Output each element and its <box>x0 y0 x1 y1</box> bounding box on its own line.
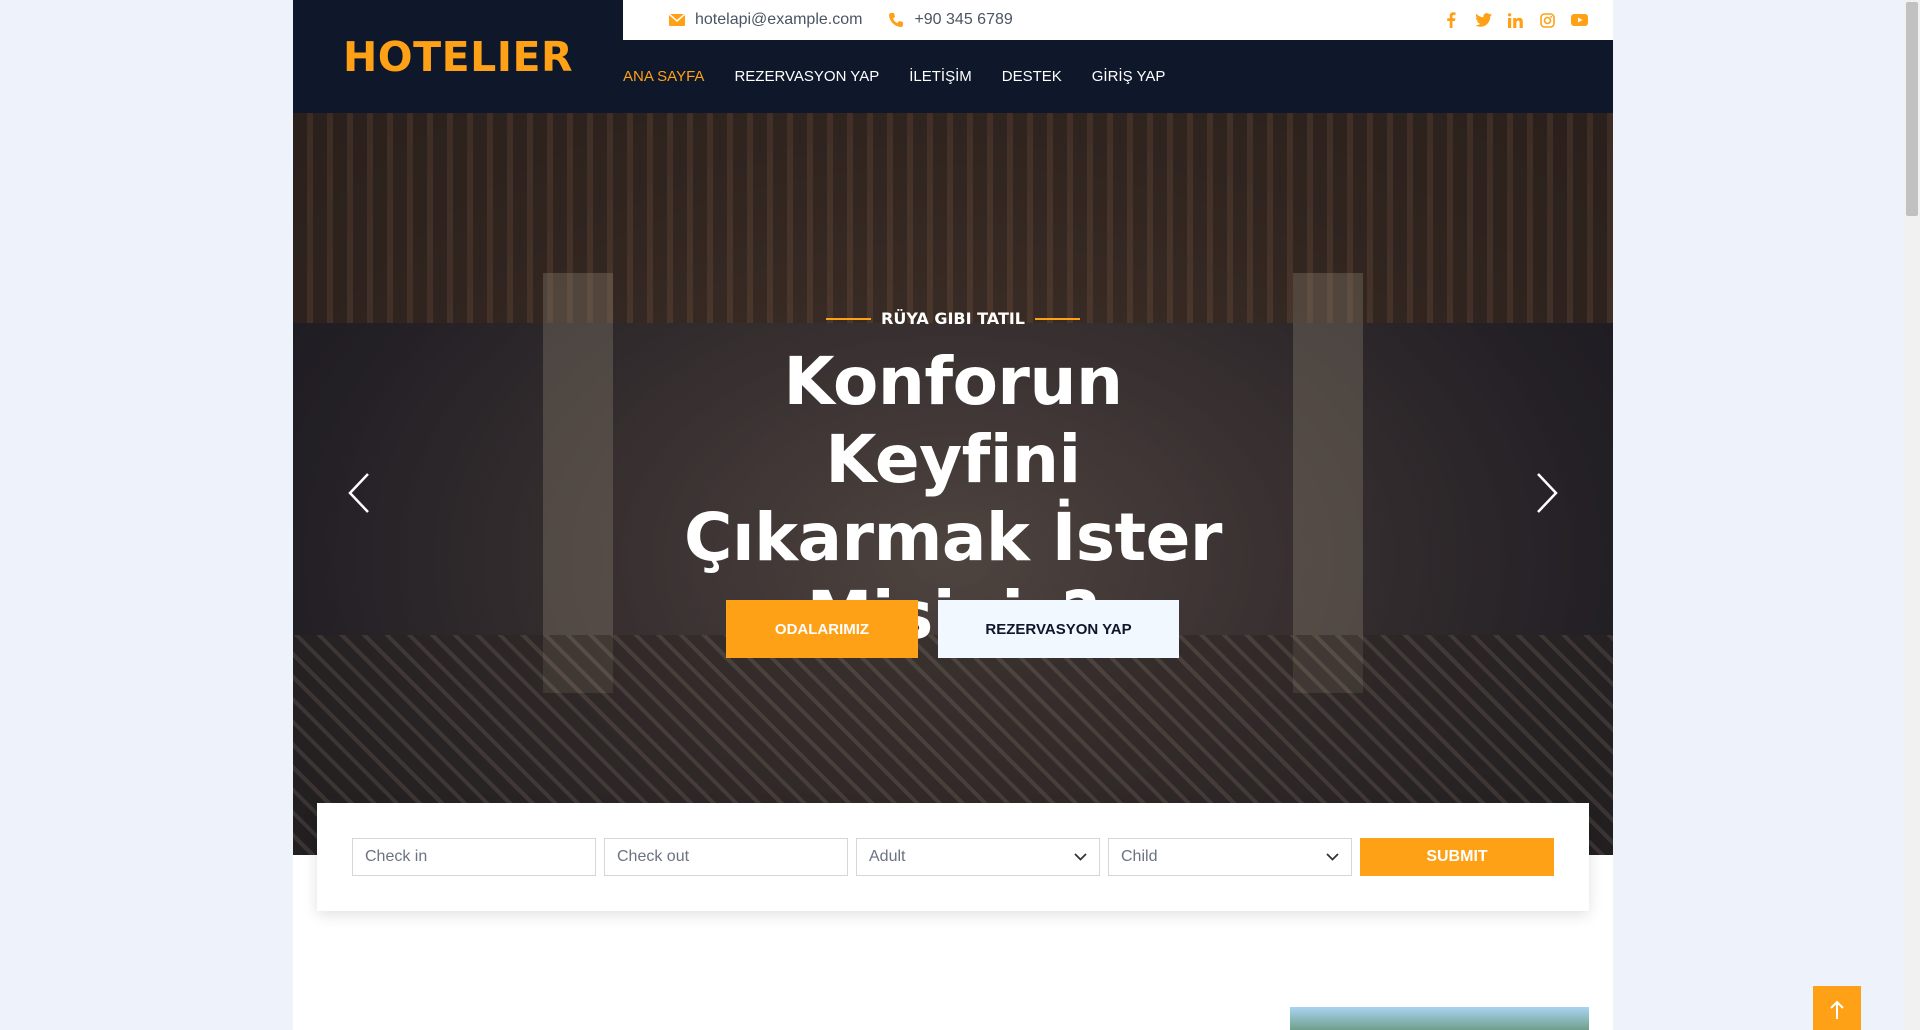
logo-area[interactable]: HOTELIER <box>293 0 623 113</box>
hero-content: RÜYA GIBI TATIL Konforun Keyfini Çıkarma… <box>293 113 1613 855</box>
main-navbar: ANA SAYFA REZERVASYON YAP İLETİŞİM DESTE… <box>623 40 1613 113</box>
nav-reservation[interactable]: REZERVASYON YAP <box>734 68 879 85</box>
booking-form: Check in Check out Adult Child SUBMIT <box>317 803 1589 911</box>
hero-eyebrow-text: RÜYA GIBI TATIL <box>881 309 1025 328</box>
page-container: HOTELIER hotelapi@example.com +90 345 67… <box>293 0 1613 1030</box>
eyebrow-line-right <box>1035 317 1080 320</box>
child-select[interactable]: Child <box>1108 838 1352 876</box>
instagram-icon[interactable] <box>1537 10 1557 30</box>
nav-login[interactable]: GİRİŞ YAP <box>1092 68 1166 85</box>
twitter-icon[interactable] <box>1473 10 1493 30</box>
phone-contact[interactable]: +90 345 6789 <box>888 11 1013 29</box>
hero-carousel: RÜYA GIBI TATIL Konforun Keyfini Çıkarma… <box>293 113 1613 855</box>
adult-select[interactable]: Adult <box>856 838 1100 876</box>
eyebrow-line-left <box>826 317 871 320</box>
email-text: hotelapi@example.com <box>695 11 863 28</box>
phone-icon <box>889 13 904 27</box>
scrollbar-thumb[interactable] <box>1906 2 1918 216</box>
linkedin-icon[interactable] <box>1505 10 1525 30</box>
child-select-value: Child <box>1121 848 1158 865</box>
chevron-left-icon <box>348 473 369 513</box>
book-now-button[interactable]: REZERVASYON YAP <box>938 600 1179 658</box>
hero-eyebrow: RÜYA GIBI TATIL <box>293 309 1613 328</box>
check-out-field[interactable]: Check out <box>604 838 848 876</box>
top-contact-bar: hotelapi@example.com +90 345 6789 <box>623 0 1613 40</box>
carousel-next-button[interactable] <box>1527 453 1567 533</box>
facebook-icon[interactable] <box>1441 10 1461 30</box>
check-out-placeholder: Check out <box>617 848 690 865</box>
brand-logo[interactable]: HOTELIER <box>343 33 573 81</box>
email-contact[interactable]: hotelapi@example.com <box>669 11 862 29</box>
chevron-down-icon <box>1074 853 1087 861</box>
chevron-down-icon <box>1326 853 1339 861</box>
nav-support[interactable]: DESTEK <box>1002 68 1062 85</box>
adult-select-value: Adult <box>869 848 906 865</box>
carousel-prev-button[interactable] <box>339 453 379 533</box>
about-image-preview <box>1290 1007 1589 1030</box>
nav-contact[interactable]: İLETİŞİM <box>909 68 972 85</box>
nav-home[interactable]: ANA SAYFA <box>623 68 704 85</box>
rooms-button[interactable]: ODALARIMIZ <box>726 600 918 658</box>
phone-text: +90 345 6789 <box>914 11 1013 28</box>
check-in-field[interactable]: Check in <box>352 838 596 876</box>
submit-button[interactable]: SUBMIT <box>1360 838 1554 876</box>
envelope-icon <box>669 14 685 26</box>
arrow-up-icon <box>1830 1000 1844 1019</box>
youtube-icon[interactable] <box>1569 10 1589 30</box>
check-in-placeholder: Check in <box>365 848 428 865</box>
back-to-top-button[interactable] <box>1813 986 1861 1030</box>
page-scrollbar[interactable] <box>1904 0 1920 1030</box>
social-links <box>1441 10 1589 30</box>
chevron-right-icon <box>1537 473 1558 513</box>
